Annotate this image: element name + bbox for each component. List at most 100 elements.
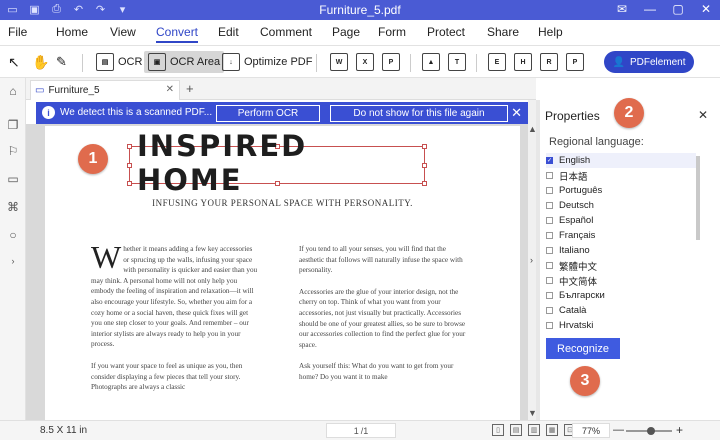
to-ppt-icon: P [382, 53, 400, 71]
menu-view[interactable]: View [110, 25, 136, 39]
resize-handle[interactable] [127, 163, 132, 168]
single-page-icon[interactable]: ▯ [492, 424, 504, 436]
perform-ocr-button[interactable]: Perform OCR [216, 105, 320, 122]
to-word-button[interactable]: W [330, 51, 348, 73]
menu-share[interactable]: Share [487, 25, 519, 39]
optimize-pdf-button[interactable]: ↓ Optimize PDF [222, 51, 312, 73]
notification-icon[interactable]: ✉ [614, 1, 630, 17]
language-list-scrollbar[interactable] [696, 156, 700, 240]
zoom-out-icon[interactable]: — [613, 424, 624, 436]
to-html-button[interactable]: H [514, 51, 532, 73]
to-html-icon: H [514, 53, 532, 71]
two-page-icon[interactable]: ▥ [528, 424, 540, 436]
toolbar-divider [316, 54, 317, 72]
edit-tool[interactable]: ✎ [56, 51, 67, 73]
attachment-icon[interactable]: ⌘ [6, 200, 20, 214]
expand-left-icon[interactable]: › [6, 254, 20, 268]
to-epub-button[interactable]: E [488, 51, 506, 73]
checkbox-icon [546, 262, 553, 269]
language-option[interactable]: Français [546, 228, 696, 243]
collapse-panel-icon[interactable]: › [530, 255, 533, 265]
menu-file[interactable]: File [8, 25, 27, 39]
page-navigator[interactable]: 1 /1 [326, 423, 396, 438]
banner-close-icon[interactable]: ✕ [511, 105, 522, 121]
view-mode-icons: ▯ ▤ ▥ ▦ ⊡ [492, 424, 576, 436]
hand-tool[interactable]: ✋ [32, 51, 49, 73]
grid-view-icon[interactable]: ▦ [546, 424, 558, 436]
menu-page[interactable]: Page [332, 25, 360, 39]
menu-help[interactable]: Help [538, 25, 563, 39]
paragraph: If you want your space to feel as unique… [91, 361, 243, 392]
paragraph: W hether it means adding a few key acces… [91, 239, 258, 349]
recognize-button[interactable]: Recognize [546, 338, 620, 359]
search-icon[interactable]: ○ [6, 228, 20, 242]
menu-home[interactable]: Home [56, 25, 88, 39]
zoom-slider-knob[interactable] [647, 427, 656, 435]
ocr-button[interactable]: ▤ OCR [96, 51, 142, 73]
resize-handle[interactable] [422, 163, 427, 168]
menu-edit[interactable]: Edit [218, 25, 239, 39]
menu-form[interactable]: Form [378, 25, 406, 39]
resize-handle[interactable] [422, 144, 427, 149]
language-list: ✓ English 日本語 Português Deutsch Español F… [546, 153, 696, 329]
panel-close-icon[interactable]: ✕ [698, 108, 708, 122]
language-option-english[interactable]: ✓ English [546, 153, 696, 168]
language-option[interactable]: Català [546, 303, 696, 318]
text-column-right: If you tend to all your senses, you will… [299, 244, 469, 394]
home-icon[interactable]: ⌂ [6, 84, 20, 98]
optimize-label: Optimize PDF [244, 56, 313, 68]
select-tool[interactable]: ↖ [8, 51, 20, 73]
scanned-pdf-banner: i We detect this is a scanned PDF... Per… [36, 102, 528, 124]
panel-title: Properties [545, 109, 600, 123]
optimize-icon: ↓ [222, 53, 240, 71]
window-controls: ✉ — ▢ ✕ [614, 1, 714, 17]
resize-handle[interactable] [127, 144, 132, 149]
ocr-area-label: OCR Area [170, 56, 221, 68]
to-excel-button[interactable]: X [356, 51, 374, 73]
to-ppt-button[interactable]: P [382, 51, 400, 73]
menu-protect[interactable]: Protect [427, 25, 465, 39]
thumbnails-icon[interactable]: ❐ [6, 118, 20, 132]
language-option[interactable]: Deutsch [546, 198, 696, 213]
resize-handle[interactable] [127, 181, 132, 186]
language-option[interactable]: Български [546, 288, 696, 303]
to-image-button[interactable]: ▲ [422, 51, 440, 73]
zoom-in-icon[interactable]: + [676, 423, 683, 437]
banner-message: We detect this is a scanned PDF... [60, 107, 213, 118]
language-option[interactable]: Português [546, 183, 696, 198]
language-option[interactable]: 繁體中文 [546, 258, 696, 273]
bookmark-icon[interactable]: ⚐ [6, 144, 20, 158]
language-option[interactable]: Italiano [546, 243, 696, 258]
to-rtf-button[interactable]: R [540, 51, 558, 73]
page-current: 1 [353, 425, 359, 436]
maximize-icon[interactable]: ▢ [670, 1, 686, 17]
language-option[interactable]: 中文简体 [546, 273, 696, 288]
paragraph: Ask yourself this: What do you want to g… [299, 362, 454, 381]
tab-furniture-5[interactable]: ▭ Furniture_5 ✕ [30, 80, 180, 100]
close-tab-icon[interactable]: ✕ [166, 84, 174, 95]
ocr-area-button[interactable]: ▣ OCR Area [144, 51, 225, 73]
language-option[interactable]: Hrvatski [546, 318, 696, 329]
do-not-show-button[interactable]: Do not show for this file again [330, 105, 508, 122]
to-pdfa-button[interactable]: P [566, 51, 584, 73]
minimize-icon[interactable]: — [642, 1, 658, 17]
edit-icon: ✎ [56, 54, 67, 69]
pdf-file-icon: ▭ [35, 85, 45, 96]
to-text-button[interactable]: T [448, 51, 466, 73]
info-icon: i [42, 106, 55, 119]
zoom-level[interactable]: 77% [572, 423, 610, 438]
pdfelement-button[interactable]: 👤 PDFelement [604, 51, 694, 73]
language-option[interactable]: 日本語 [546, 168, 696, 183]
new-tab-button[interactable]: + [186, 81, 194, 96]
to-epub-icon: E [488, 53, 506, 71]
resize-handle[interactable] [422, 181, 427, 186]
continuous-icon[interactable]: ▤ [510, 424, 522, 436]
language-option[interactable]: Español [546, 213, 696, 228]
menu-comment[interactable]: Comment [260, 25, 312, 39]
menu-convert[interactable]: Convert [156, 25, 199, 43]
page-subheading: INFUSING YOUR PERSONAL SPACE WITH PERSON… [152, 198, 413, 208]
close-icon[interactable]: ✕ [698, 1, 714, 17]
document-tabs: ▭ Furniture_5 ✕ + [26, 78, 536, 100]
comments-icon[interactable]: ▭ [6, 172, 20, 186]
zoom-slider[interactable] [626, 427, 672, 435]
